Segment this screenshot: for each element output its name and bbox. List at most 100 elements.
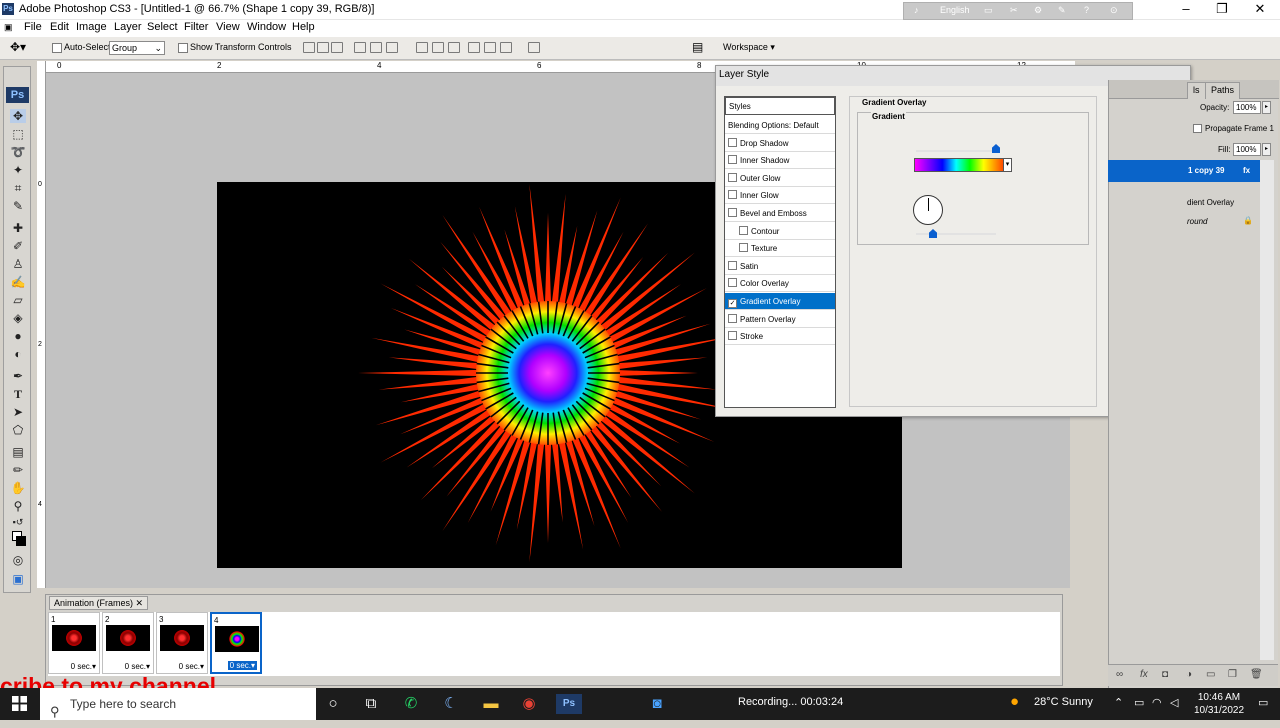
help-icon[interactable]: ? (1084, 5, 1089, 15)
add-mask-icon[interactable]: ◘ (1162, 669, 1168, 680)
move-tool-icon[interactable]: ✥▾ (10, 40, 26, 54)
selected-layer-row[interactable]: 1 copy 39 fx (1108, 160, 1260, 182)
animation-frame[interactable]: 2 0 sec.▾ (102, 612, 154, 674)
menu-edit[interactable]: Edit (50, 21, 69, 33)
edge-icon[interactable]: ☾ (440, 694, 462, 714)
close-button[interactable]: ✕ (1242, 0, 1278, 20)
color-swatches-icon[interactable] (10, 531, 26, 549)
style-item-pattern-overlay[interactable]: Pattern Overlay (725, 311, 835, 328)
distribute-bottom-icon[interactable] (448, 42, 460, 53)
fill-arrow-icon[interactable]: ▸ (1262, 143, 1271, 156)
volume-icon[interactable]: ◁ (1170, 696, 1178, 709)
style-item-blending-options-default[interactable]: Blending Options: Default (725, 117, 835, 134)
file-explorer-icon[interactable]: ▬ (480, 694, 502, 714)
weather-text[interactable]: 28°C Sunny (1034, 696, 1093, 708)
quick-mask-icon[interactable]: ◎ (10, 553, 26, 567)
recorder-icon[interactable]: ◙ (646, 694, 668, 714)
auto-select-checkbox[interactable] (52, 42, 62, 53)
document-icon[interactable]: ▣ (4, 22, 13, 33)
style-checkbox[interactable] (728, 137, 737, 147)
propagate-checkbox[interactable] (1193, 124, 1202, 134)
style-checkbox[interactable] (739, 225, 748, 235)
frame-delay-dropdown[interactable]: 0 sec.▾ (179, 662, 204, 671)
crop-tool-icon[interactable]: ⌗ (10, 181, 26, 195)
gradient-dropdown-arrow-icon[interactable]: ▾ (1003, 158, 1012, 172)
frame-delay-dropdown[interactable]: 0 sec.▾ (71, 662, 96, 671)
gradient-picker[interactable] (914, 158, 1012, 172)
healing-brush-icon[interactable]: ✚ (10, 221, 26, 235)
align-left-icon[interactable] (354, 42, 366, 53)
style-item-texture[interactable]: Texture (725, 240, 835, 258)
settings-icon[interactable]: ⚙ (1034, 5, 1042, 16)
frame-delay-dropdown[interactable]: 0 sec.▾ (227, 661, 257, 670)
windows-start-icon[interactable] (12, 696, 27, 711)
distribute-vcenter-icon[interactable] (432, 42, 444, 53)
maximize-button[interactable]: ❐ (1204, 0, 1240, 20)
new-layer-icon[interactable]: ❐ (1228, 669, 1237, 680)
style-item-bevel-and-emboss[interactable]: Bevel and Emboss (725, 205, 835, 222)
style-checkbox[interactable] (728, 331, 737, 341)
style-item-satin[interactable]: Satin (725, 258, 835, 275)
pen-icon[interactable]: ✎ (1058, 5, 1066, 16)
eyedropper-icon[interactable]: ✏ (10, 463, 26, 477)
layers-scrollbar[interactable] (1260, 160, 1274, 660)
style-checkbox[interactable] (728, 155, 737, 165)
pen-tool-icon[interactable]: ✒ (10, 369, 26, 383)
default-colors-icon[interactable]: ▪↺ (10, 515, 26, 529)
hand-tool-icon[interactable]: ✋ (10, 481, 26, 495)
clone-stamp-icon[interactable]: ♙ (10, 257, 26, 271)
align-top-icon[interactable] (303, 42, 315, 53)
distribute-right-icon[interactable] (500, 42, 512, 53)
tab-channels[interactable]: ls (1187, 82, 1206, 99)
close-icon[interactable]: ✕ (136, 598, 144, 608)
animation-frame[interactable]: 4 0 sec.▾ (210, 612, 262, 674)
path-selection-icon[interactable]: ➤ (10, 405, 26, 419)
magic-wand-tool-icon[interactable]: ✦ (10, 163, 26, 177)
delete-layer-icon[interactable]: 🗑 (1250, 669, 1263, 680)
background-layer-label[interactable]: round (1187, 217, 1207, 226)
auto-select-dropdown[interactable]: Group ⌄ (109, 41, 165, 55)
opacity-arrow-icon[interactable]: ▸ (1262, 101, 1271, 114)
dodge-tool-icon[interactable]: ◐ (10, 347, 26, 361)
animation-frame[interactable]: 3 0 sec.▾ (156, 612, 208, 674)
battery-icon[interactable]: ▭ (1134, 696, 1144, 709)
notifications-icon[interactable]: ▭ (1258, 696, 1268, 709)
opacity-slider-track[interactable] (916, 150, 996, 152)
menu-view[interactable]: View (216, 21, 240, 33)
auto-align-icon[interactable] (528, 42, 540, 53)
language-label[interactable]: English (940, 5, 970, 15)
tab-paths[interactable]: Paths (1205, 82, 1241, 99)
language-bar[interactable]: ♪ English ▭ ✂ ⚙ ✎ ? ⊙ (903, 2, 1133, 20)
distribute-left-icon[interactable] (468, 42, 480, 53)
frame-delay-dropdown[interactable]: 0 sec.▾ (125, 662, 150, 671)
style-item-drop-shadow[interactable]: Drop Shadow (725, 135, 835, 152)
style-checkbox[interactable] (728, 172, 737, 182)
style-item-gradient-overlay[interactable]: ✓ Gradient Overlay (725, 293, 835, 310)
style-checkbox[interactable] (728, 190, 737, 200)
move-tool-icon[interactable]: ✥ (10, 109, 26, 123)
adjustment-layer-icon[interactable]: ◑ (1186, 669, 1192, 680)
chevron-up-icon[interactable]: ⌃ (1114, 696, 1123, 709)
task-view-icon[interactable]: ⧉ (360, 694, 382, 714)
photoshop-logo-icon[interactable]: Ps (6, 87, 29, 103)
minimize-button[interactable]: – (1168, 0, 1204, 20)
show-transform-checkbox[interactable] (178, 42, 188, 53)
style-item-inner-glow[interactable]: Inner Glow (725, 187, 835, 205)
menu-select[interactable]: Select (147, 21, 178, 33)
align-hcenter-icon[interactable] (370, 42, 382, 53)
bridge-icon[interactable]: ▤ (692, 40, 703, 54)
workspace-button[interactable]: Workspace ▾ (723, 42, 775, 53)
brush-tool-icon[interactable]: ✐ (10, 239, 26, 253)
cortana-icon[interactable]: ○ (322, 694, 344, 714)
styles-header[interactable]: Styles (725, 97, 835, 115)
scale-slider-track[interactable] (916, 233, 996, 235)
align-vcenter-icon[interactable] (317, 42, 329, 53)
style-checkbox[interactable] (728, 260, 737, 270)
distribute-hcenter-icon[interactable] (484, 42, 496, 53)
taskbar-search-input[interactable]: ⚲ Type here to search (40, 688, 316, 720)
menu-help[interactable]: Help (292, 21, 315, 33)
notes-tool-icon[interactable]: ▤ (10, 445, 26, 459)
style-item-contour[interactable]: Contour (725, 223, 835, 240)
new-group-icon[interactable]: ▭ (1206, 669, 1215, 680)
keyboard-icon[interactable]: ▭ (984, 5, 993, 16)
